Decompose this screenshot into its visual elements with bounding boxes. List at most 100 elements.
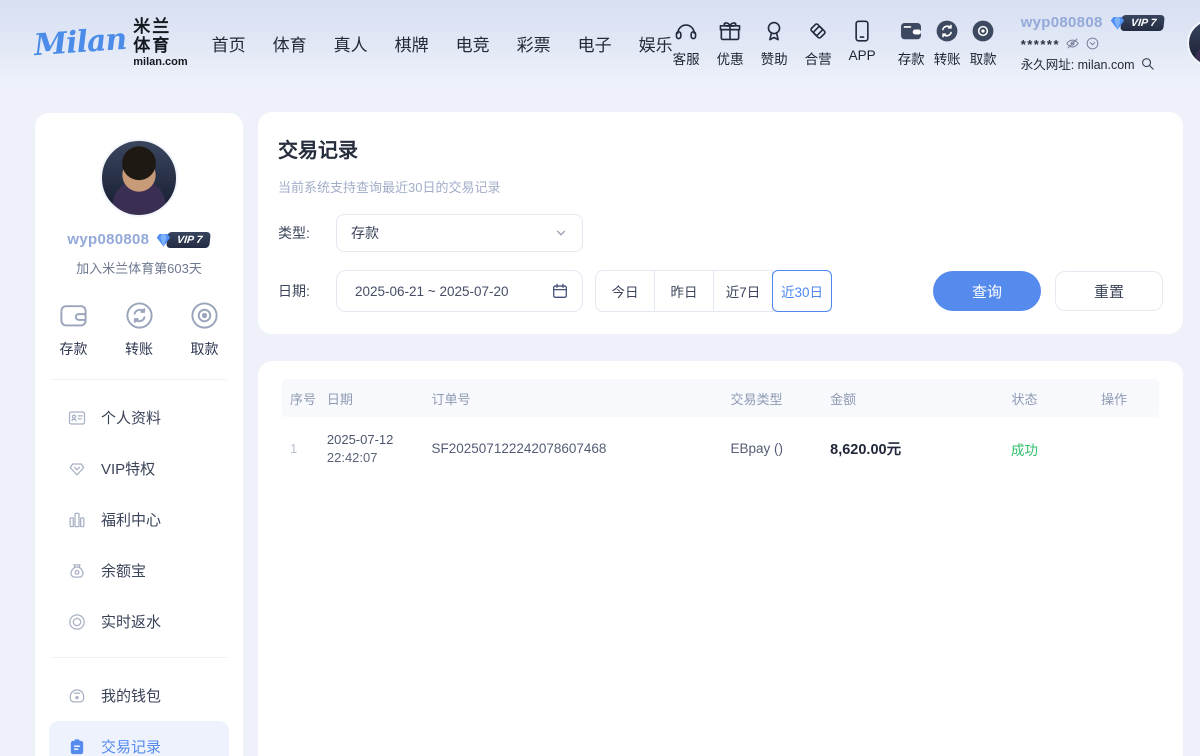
app-link[interactable]: APP <box>849 18 876 68</box>
search-button[interactable]: 查询 <box>933 271 1041 311</box>
nav-sports[interactable]: 体育 <box>273 31 307 56</box>
magnifier-icon[interactable] <box>1140 56 1155 71</box>
sidebar-item-yuebao[interactable]: 余额宝 <box>49 545 229 596</box>
nav-esports[interactable]: 电竞 <box>456 31 490 56</box>
logo-domain: milan.com <box>133 56 187 68</box>
row-date-day: 2025-07-12 <box>327 432 432 447</box>
profile-card: wyp080808 VIP 7 加入米兰体育第603天 <box>35 139 243 277</box>
deposit-label: 存款 <box>898 48 925 68</box>
nav-entertainment[interactable]: 娱乐 <box>639 31 673 56</box>
transfer-link[interactable]: 转账 <box>934 18 961 68</box>
nav-home[interactable]: 首页 <box>212 31 246 56</box>
deposit-action[interactable]: 存款 <box>57 299 90 359</box>
date-range-value: 2025-06-21 ~ 2025-07-20 <box>355 284 509 299</box>
withdraw-icon <box>188 299 221 332</box>
promo-link[interactable]: 优惠 <box>717 18 744 68</box>
type-filter-row: 类型: 存款 <box>278 214 1163 252</box>
transactions-table-card: 序号 日期 订单号 交易类型 金额 状态 操作 1 2025-07-12 22:… <box>258 361 1183 756</box>
deposit-label: 存款 <box>60 339 88 359</box>
sidebar-item-label: 余额宝 <box>101 560 146 581</box>
sidebar-item-rebate[interactable]: 实时返水 <box>49 596 229 647</box>
transfer-label: 转账 <box>125 339 153 359</box>
type-select-value: 存款 <box>351 223 379 243</box>
col-action: 操作 <box>1069 389 1159 408</box>
nav-live[interactable]: 真人 <box>334 31 368 56</box>
wallet-icon <box>898 18 924 44</box>
sidebar-item-vip[interactable]: VIP特权 <box>49 443 229 494</box>
range-today-button[interactable]: 今日 <box>595 270 655 312</box>
range-7days-button[interactable]: 近7日 <box>713 270 773 312</box>
sidebar-item-label: 福利中心 <box>101 509 161 530</box>
row-seq: 1 <box>282 441 327 456</box>
username[interactable]: wyp080808 <box>1021 14 1103 31</box>
phone-icon <box>849 18 875 44</box>
refresh-chevron-icon[interactable] <box>1085 36 1100 51</box>
avatar[interactable] <box>100 139 178 217</box>
wallet-links: 存款 转账 <box>898 18 997 68</box>
chevron-down-icon <box>554 226 568 240</box>
app-label: APP <box>849 48 876 63</box>
username: wyp080808 <box>67 231 149 248</box>
sidebar-item-label: 我的钱包 <box>101 685 161 706</box>
withdraw-action[interactable]: 取款 <box>188 299 221 359</box>
site-url-row: 永久网址: milan.com <box>1021 54 1171 73</box>
avatar[interactable] <box>1187 19 1200 67</box>
main-content: 交易记录 当前系统支持查询最近30日的交易记录 类型: 存款 日期: 2025-… <box>258 112 1183 756</box>
money-bag-icon <box>67 561 87 581</box>
row-order-no: SF202507122242078607468 <box>432 441 731 456</box>
eye-off-icon[interactable] <box>1065 36 1080 51</box>
sidebar-item-transactions[interactable]: 交易记录 <box>49 721 229 756</box>
balance-row: ****** <box>1021 35 1171 51</box>
topbar-right: 客服 优惠 赞助 <box>673 13 1200 73</box>
withdraw-label: 取款 <box>970 48 997 68</box>
logo-name-cn: 米兰体育 <box>133 18 187 55</box>
user-info: wyp080808 VIP 7 ****** <box>1021 13 1171 73</box>
col-amount: 金额 <box>830 389 979 408</box>
masked-balance: ****** <box>1021 35 1060 51</box>
date-filter-row: 日期: 2025-06-21 ~ 2025-07-20 今日 昨日 近7日 近3… <box>278 270 1163 312</box>
vip-badge[interactable]: VIP 7 <box>1108 13 1164 32</box>
sidebar-item-label: 实时返水 <box>101 611 161 632</box>
sidebar-item-label: VIP特权 <box>101 458 155 479</box>
sidebar: wyp080808 VIP 7 加入米兰体育第603天 存款 <box>35 113 243 756</box>
type-label: 类型: <box>278 223 322 243</box>
nav-slots[interactable]: 电子 <box>578 31 612 56</box>
range-yesterday-button[interactable]: 昨日 <box>654 270 714 312</box>
vip-gem-icon <box>154 230 173 249</box>
service-link[interactable]: 客服 <box>673 18 700 68</box>
main-nav: 首页 体育 真人 棋牌 电竞 彩票 电子 娱乐 <box>212 31 673 56</box>
date-range-input[interactable]: 2025-06-21 ~ 2025-07-20 <box>336 270 583 312</box>
sidebar-item-profile[interactable]: 个人资料 <box>49 392 229 443</box>
sidebar-quick-actions: 存款 转账 取款 <box>35 299 243 359</box>
service-label: 客服 <box>673 48 700 68</box>
topbar: Milan 米兰体育 milan.com 首页 体育 真人 棋牌 电竞 彩票 电… <box>0 0 1200 86</box>
deposit-link[interactable]: 存款 <box>898 18 925 68</box>
vip-gem-icon <box>67 459 87 479</box>
logo[interactable]: Milan 米兰体育 milan.com <box>34 18 188 67</box>
logo-script: Milan <box>33 25 127 61</box>
date-label: 日期: <box>278 281 322 301</box>
transfer-icon <box>123 299 156 332</box>
sidebar-menu: 个人资料 VIP特权 福利中心 余额宝 <box>35 380 243 756</box>
range-30days-button[interactable]: 近30日 <box>772 270 832 312</box>
reset-button[interactable]: 重置 <box>1055 271 1163 311</box>
partner-link[interactable]: 合营 <box>805 18 832 68</box>
promo-label: 优惠 <box>717 48 744 68</box>
type-select[interactable]: 存款 <box>336 214 583 252</box>
nav-cards[interactable]: 棋牌 <box>395 31 429 56</box>
wallet-icon <box>57 299 90 332</box>
row-amount: 8,620.00元 <box>830 438 979 459</box>
sidebar-item-label: 个人资料 <box>101 407 161 428</box>
sidebar-item-benefits[interactable]: 福利中心 <box>49 494 229 545</box>
sidebar-item-wallet[interactable]: 我的钱包 <box>49 670 229 721</box>
withdraw-link[interactable]: 取款 <box>970 18 997 68</box>
profile-name-row: wyp080808 VIP 7 <box>35 230 243 249</box>
vip-badge: VIP 7 <box>154 230 210 249</box>
table-row: 1 2025-07-12 22:42:07 SF2025071222420786… <box>282 417 1159 475</box>
vip-gem-icon <box>1108 13 1127 32</box>
nav-lottery[interactable]: 彩票 <box>517 31 551 56</box>
sponsor-label: 赞助 <box>761 48 788 68</box>
transfer-action[interactable]: 转账 <box>123 299 156 359</box>
benefits-icon <box>67 510 87 530</box>
sponsor-link[interactable]: 赞助 <box>761 18 788 68</box>
